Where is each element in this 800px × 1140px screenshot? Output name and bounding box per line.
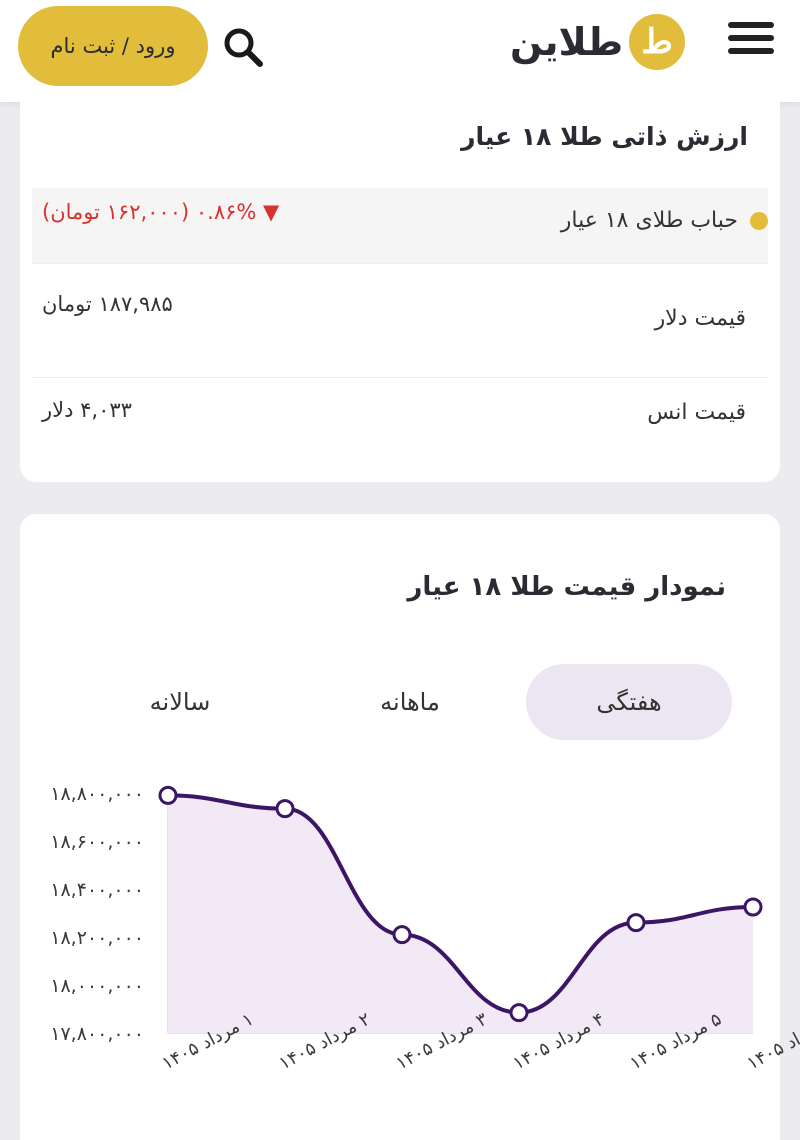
tab-yearly[interactable]: سالانه [110, 664, 250, 740]
tab-weekly[interactable]: هفتگی [526, 664, 732, 740]
tab-monthly[interactable]: ماهانه [340, 664, 480, 740]
logo-mark-icon: ط [629, 14, 686, 70]
intrinsic-value-title: ارزش ذاتی طلا ۱۸ عیار [461, 122, 748, 151]
search-icon[interactable] [218, 22, 268, 72]
dollar-price-row: قیمت دلار ۱۸۷,۹۸۵ تومان [32, 264, 768, 378]
logo-mark: ط [641, 22, 673, 62]
ounce-price-value: ۴,۰۳۳ دلار [42, 398, 132, 422]
ounce-price-row: قیمت انس ۴,۰۳۳ دلار [32, 378, 768, 458]
intrinsic-value-card: ارزش ذاتی طلا ۱۸ عیار حباب طلای ۱۸ عیار … [20, 102, 780, 482]
login-register-label: ورود / ثبت نام [50, 34, 176, 58]
menu-icon[interactable] [728, 22, 776, 62]
brand-logo[interactable]: ط طلاین [510, 12, 686, 72]
bubble-label: حباب طلای ۱۸ عیار [560, 208, 738, 233]
bubble-row: حباب طلای ۱۸ عیار ▼ ۰.۸۶% (۱۶۲,۰۰۰ تومان… [32, 188, 768, 264]
chart-title: نمودار قیمت طلا ۱۸ عیار [407, 572, 726, 602]
login-register-button[interactable]: ورود / ثبت نام [18, 6, 208, 86]
dollar-price-value: ۱۸۷,۹۸۵ تومان [42, 292, 173, 316]
ounce-price-label: قیمت انس [647, 400, 746, 425]
bubble-value: ▼ ۰.۸۶% (۱۶۲,۰۰۰ تومان) [42, 200, 280, 224]
dollar-price-label: قیمت دلار [654, 306, 746, 331]
bubble-dot-icon [750, 212, 768, 230]
logo-text: طلاین [510, 20, 624, 64]
price-chart-card: نمودار قیمت طلا ۱۸ عیار هفتگی ماهانه سال… [20, 514, 780, 1140]
top-header: ورود / ثبت نام ط طلاین [0, 0, 800, 102]
